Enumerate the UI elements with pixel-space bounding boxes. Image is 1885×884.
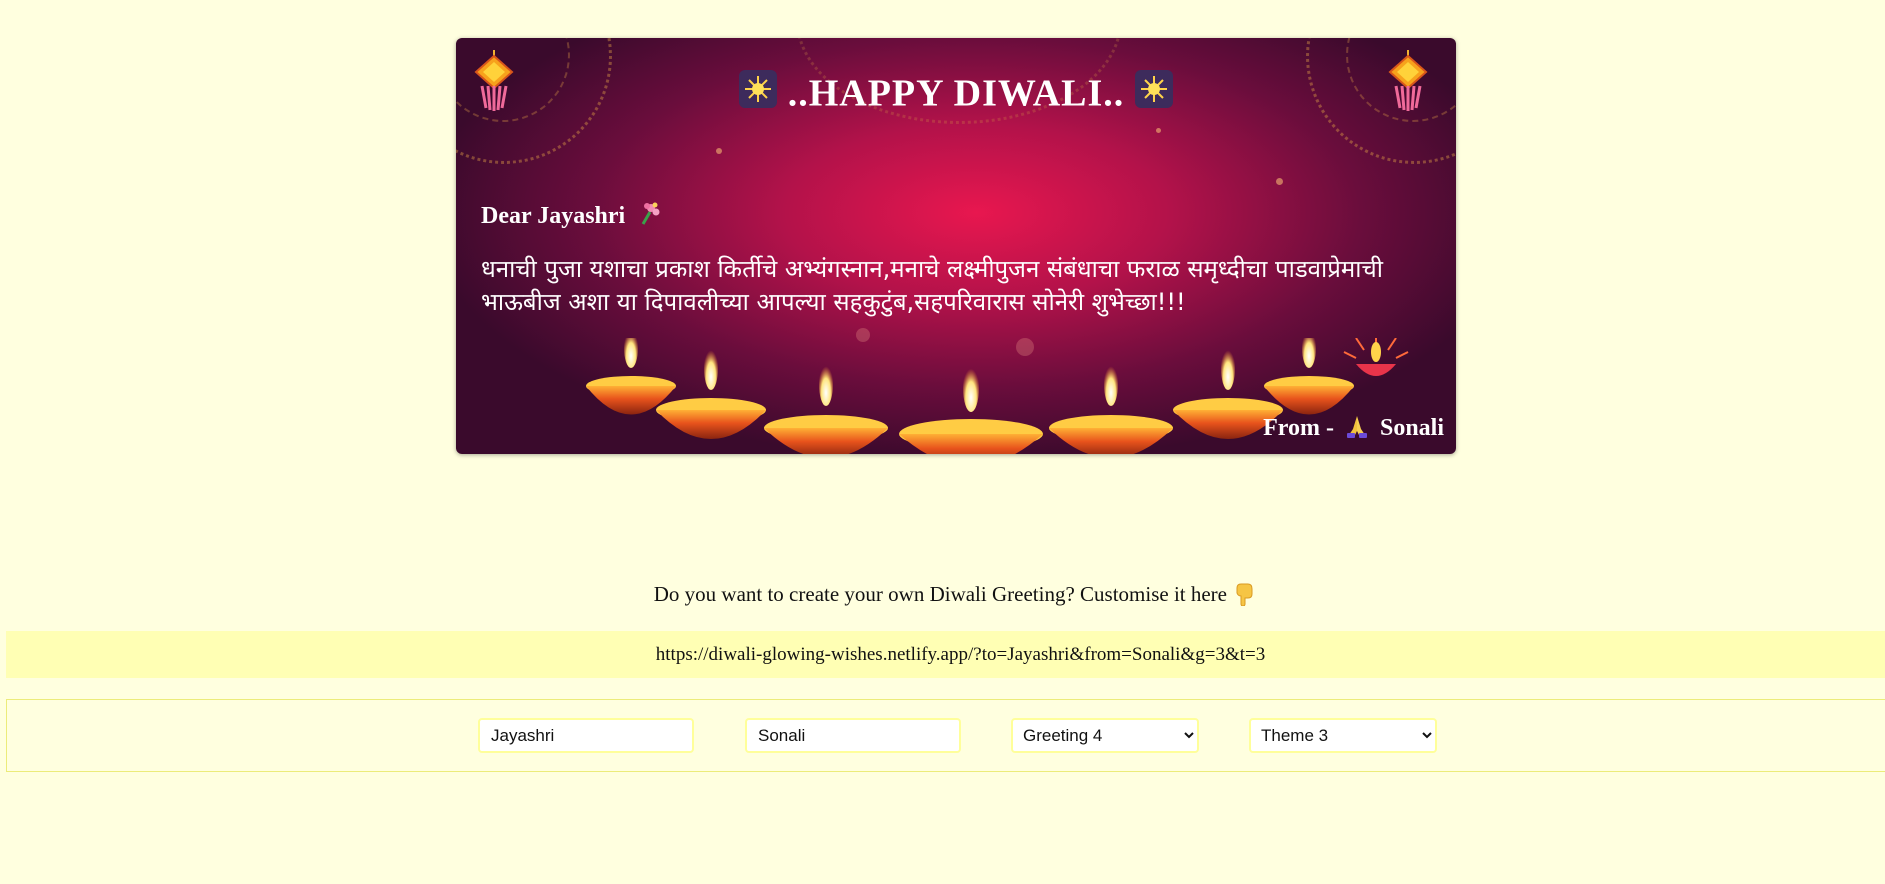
greeting-select[interactable]: Greeting 4 bbox=[1011, 718, 1199, 753]
diya-icon bbox=[1264, 338, 1354, 415]
card-message: धनाची पुजा यशाचा प्रकाश किर्तीचे अभ्यंगस… bbox=[481, 255, 1383, 316]
bokeh-light bbox=[1276, 178, 1283, 185]
bokeh-light bbox=[716, 148, 722, 154]
bokeh-light bbox=[1156, 128, 1161, 133]
sparkle-icon bbox=[739, 70, 778, 109]
diya-icon bbox=[1343, 338, 1409, 376]
card-title: ..HAPPY DIWALI.. bbox=[456, 68, 1456, 115]
diya-icon bbox=[1049, 362, 1173, 454]
customise-form: Greeting 4 Theme 3 bbox=[6, 699, 1885, 772]
share-url-text[interactable]: https://diwali-glowing-wishes.netlify.ap… bbox=[656, 644, 1265, 666]
greeting-card: ..HAPPY DIWALI.. Dear Jayashri धनाची पुज… bbox=[456, 38, 1456, 454]
sparkle-icon bbox=[1134, 70, 1173, 109]
sender-name: Sonali bbox=[1379, 415, 1444, 441]
card-title-text: ..HAPPY DIWALI.. bbox=[787, 72, 1125, 115]
card-sender: From - Sonali bbox=[1263, 413, 1444, 442]
recipient-text: Dear Jayashri bbox=[481, 203, 626, 229]
folded-hands-icon bbox=[1346, 416, 1367, 438]
pointing-down-icon bbox=[1236, 583, 1253, 607]
customise-prompt-text: Do you want to create your own Diwali Gr… bbox=[653, 582, 1227, 606]
diya-icon bbox=[656, 346, 766, 439]
diya-icon bbox=[899, 364, 1043, 454]
diya-icon bbox=[764, 362, 888, 454]
diya-icon bbox=[586, 338, 676, 415]
card-recipient: Dear Jayashri bbox=[481, 200, 663, 230]
sender-name-input[interactable] bbox=[745, 718, 961, 753]
sender-label: From - bbox=[1263, 415, 1334, 441]
recipient-name-input[interactable] bbox=[478, 718, 694, 753]
bouquet-icon bbox=[641, 202, 660, 225]
theme-select[interactable]: Theme 3 bbox=[1249, 718, 1437, 753]
customise-prompt: Do you want to create your own Diwali Gr… bbox=[0, 582, 1885, 607]
share-url-bar: https://diwali-glowing-wishes.netlify.ap… bbox=[6, 631, 1885, 678]
